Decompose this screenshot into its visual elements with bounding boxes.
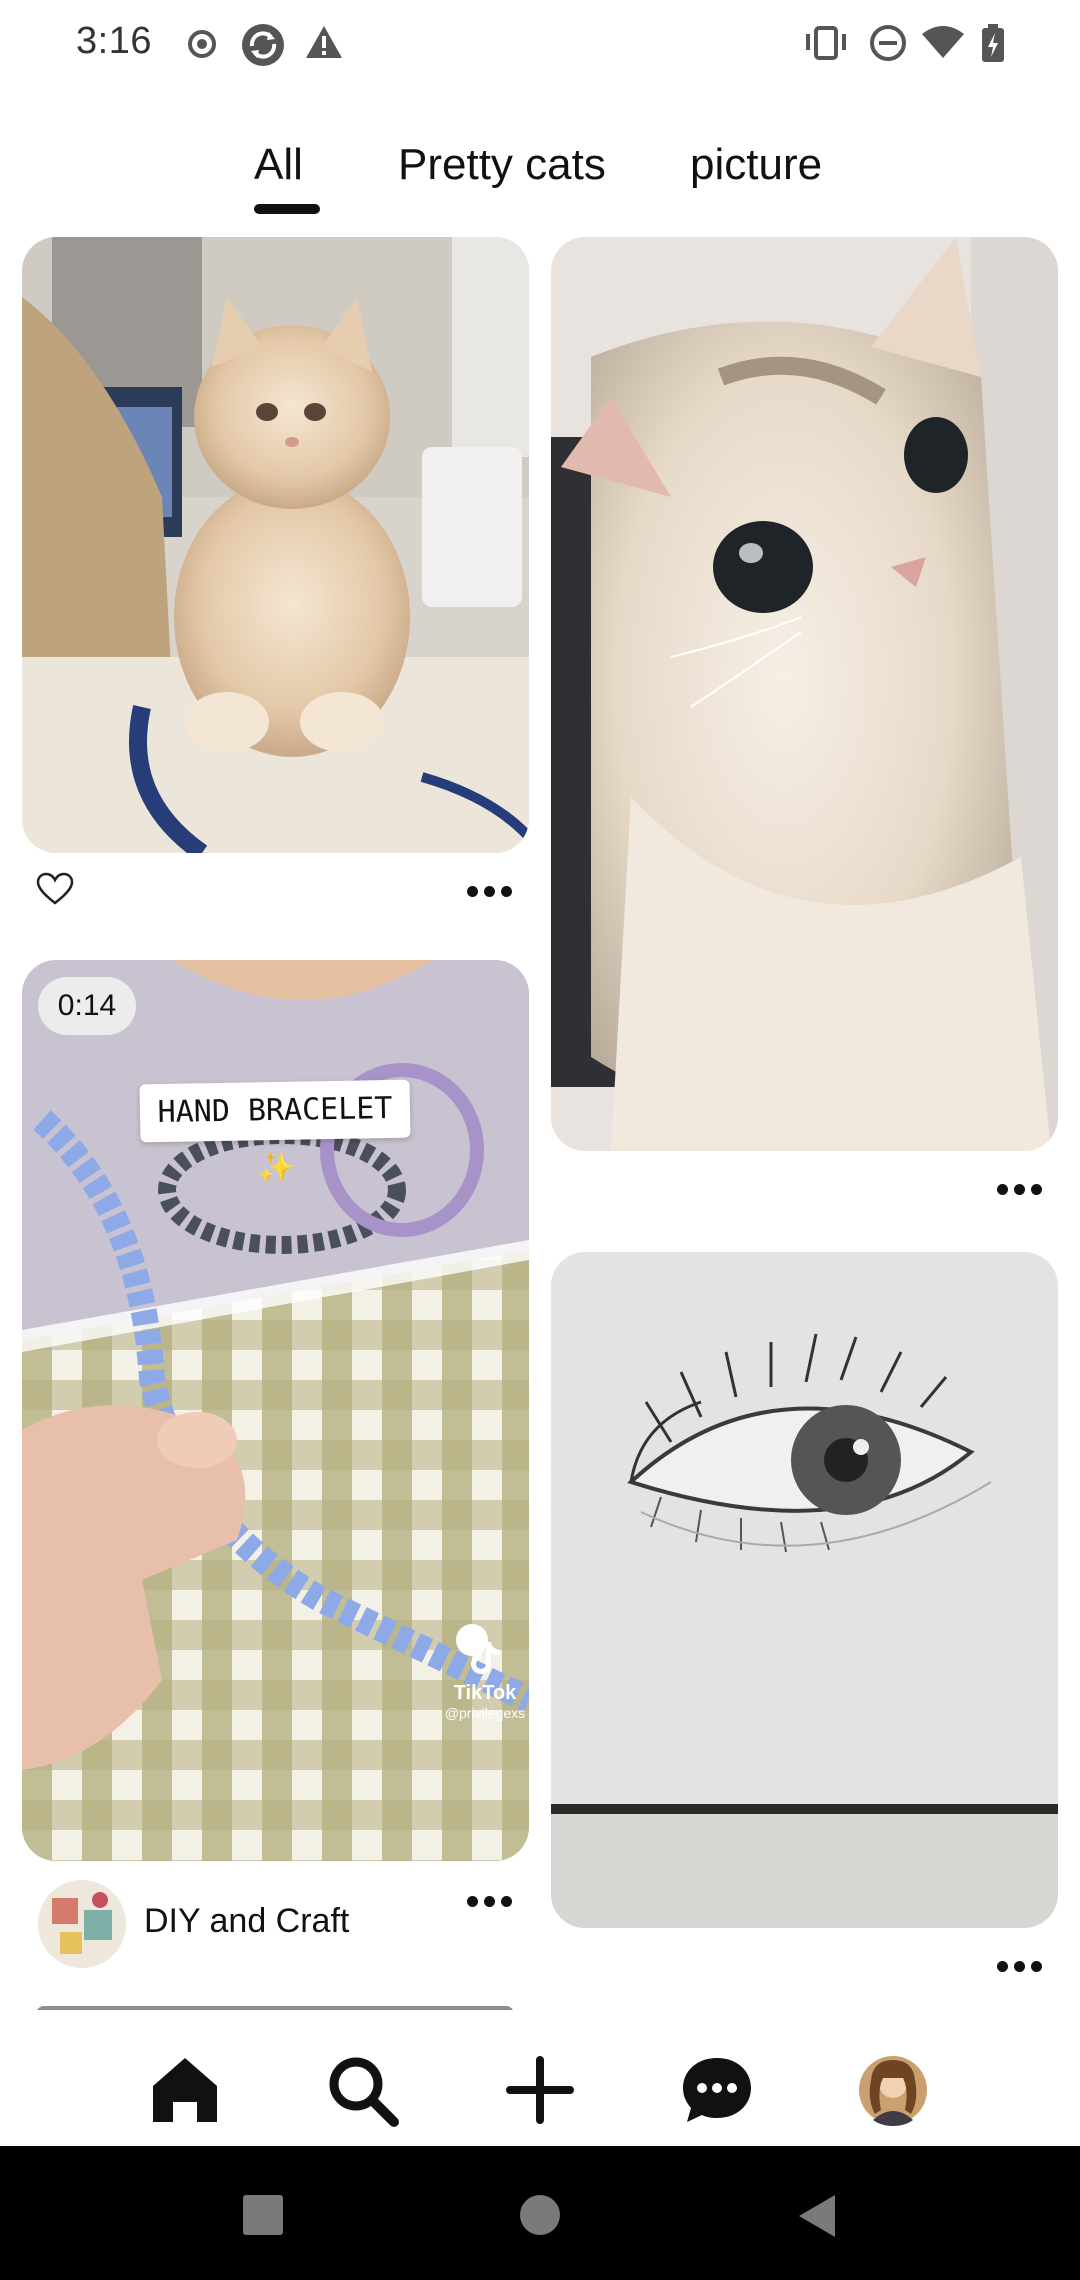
more-icon[interactable]: [465, 882, 515, 902]
tab-all[interactable]: All: [254, 140, 303, 190]
board-tabs: All Pretty cats picture: [0, 140, 1080, 220]
video-overlay-text: HAND BRACELET ✨: [139, 1079, 411, 1186]
author-name[interactable]: DIY and Craft: [144, 1902, 349, 1941]
tab-pretty-cats[interactable]: Pretty cats: [398, 140, 606, 190]
profile-avatar[interactable]: [853, 2050, 933, 2130]
vibrate-icon: [806, 26, 846, 60]
pin-kitten-image[interactable]: [22, 237, 529, 853]
more-icon[interactable]: [995, 1180, 1045, 1200]
do-not-disturb-icon: [870, 25, 906, 61]
tiktok-icon: [471, 1642, 500, 1674]
more-icon[interactable]: [995, 1957, 1045, 1977]
plus-icon[interactable]: [500, 2050, 580, 2130]
warning-icon: [306, 26, 342, 58]
battery-charging-icon: [982, 24, 1004, 62]
pin-eye-sketch-image[interactable]: [551, 1252, 1058, 1928]
search-icon[interactable]: [322, 2050, 402, 2130]
bottom-navigation: [0, 2010, 1080, 2146]
status-time: 3:16: [76, 20, 152, 62]
back-icon[interactable]: [795, 2193, 839, 2239]
pin-cat-closeup-image[interactable]: [551, 237, 1058, 1151]
status-bar: 3:16: [0, 0, 1080, 90]
tiktok-label: TikTok: [453, 1682, 517, 1704]
wifi-icon: [922, 26, 964, 58]
tab-picture[interactable]: picture: [690, 140, 822, 190]
heart-icon[interactable]: [36, 872, 74, 906]
sync-icon: [242, 24, 284, 66]
video-duration-badge: 0:14: [38, 977, 136, 1035]
home-icon[interactable]: [145, 2050, 225, 2130]
author-avatar[interactable]: [38, 1880, 126, 1968]
home-circle-icon[interactable]: [520, 2195, 560, 2235]
tab-selected-indicator: [254, 204, 320, 214]
recents-icon[interactable]: [243, 2195, 283, 2235]
more-icon[interactable]: [465, 1892, 515, 1912]
messages-icon[interactable]: [677, 2050, 757, 2130]
tiktok-handle: @privilegexs: [444, 1705, 526, 1721]
record-icon: [188, 30, 216, 58]
system-navigation-bar: [0, 2146, 1080, 2280]
tiktok-watermark: TikTok @privilegexs: [440, 1640, 530, 1721]
